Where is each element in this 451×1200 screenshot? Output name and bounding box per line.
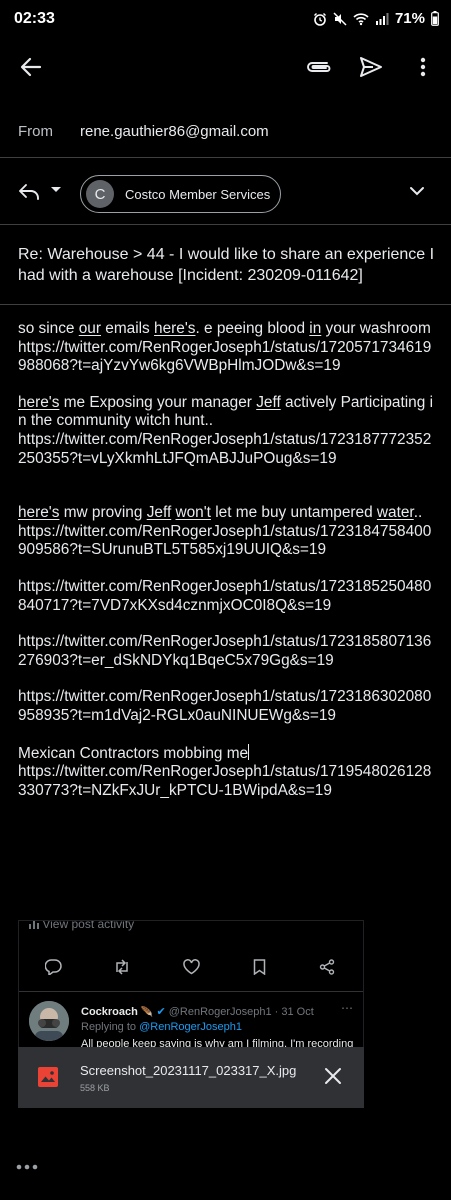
- tweet-actions: [19, 949, 363, 989]
- arrow-back-icon: [20, 57, 42, 77]
- status-time: 02:33: [14, 10, 55, 27]
- send-icon: [360, 57, 382, 77]
- reply-bubble-icon: [45, 959, 62, 975]
- verified-badge-icon: ✔: [156, 1006, 166, 1018]
- attachment-size: 558 KB: [80, 1083, 110, 1093]
- mute-icon: [333, 11, 347, 26]
- attachment-chip[interactable]: Screenshot_20231117_023317_X.jpg 558 KB: [18, 1047, 364, 1108]
- body-link: https://twitter.com/RenRogerJoseph1/stat…: [18, 577, 432, 614]
- from-address[interactable]: rene.gauthier86@gmail.com: [80, 123, 269, 140]
- tweet-header: Cockroach 🪶 ✔ @RenRogerJoseph1 · 31 Oct: [81, 1006, 314, 1018]
- body-link: https://twitter.com/RenRogerJoseph1/stat…: [18, 688, 432, 724]
- status-bar: 02:33 71%: [0, 0, 451, 40]
- bar-chart-icon: [29, 921, 39, 929]
- recipient-chip[interactable]: C Costco Member Services: [80, 175, 281, 213]
- attachment-filename: Screenshot_20231117_023317_X.jpg: [80, 1063, 297, 1078]
- replying-to: Replying to @RenRogerJoseph1: [81, 1021, 242, 1033]
- signal-icon: [375, 12, 389, 25]
- battery-icon: [431, 11, 439, 26]
- status-icons: 71%: [313, 10, 439, 27]
- recipient-name: Costco Member Services: [125, 186, 271, 202]
- divider: [0, 304, 451, 305]
- body-paragraph: Mexican Contractors mobbing me: [18, 743, 250, 762]
- show-quoted-text-button[interactable]: [16, 1163, 38, 1171]
- body-link: https://twitter.com/RenRogerJoseph1/stat…: [18, 522, 432, 559]
- body-paragraph: so since our emails here's. e peeing blo…: [18, 320, 431, 337]
- more-options-button[interactable]: [408, 52, 438, 82]
- text-cursor: [248, 743, 250, 760]
- heart-icon: [183, 959, 200, 975]
- compose-toolbar: [0, 40, 451, 94]
- divider: [0, 157, 451, 158]
- paperclip-icon: [307, 62, 331, 72]
- divider: [0, 224, 451, 225]
- body-link: https://twitter.com/RenRogerJoseph1/stat…: [18, 633, 432, 669]
- send-button[interactable]: [356, 52, 386, 82]
- recipient-avatar: C: [86, 180, 114, 208]
- chevron-down-icon[interactable]: [409, 186, 425, 196]
- body-paragraph: here's me Exposing your manager Jeff act…: [18, 393, 433, 430]
- reply-type-dropdown-icon[interactable]: [50, 186, 62, 194]
- wifi-icon: [353, 12, 369, 25]
- from-row[interactable]: From rene.gauthier86@gmail.com: [0, 110, 451, 154]
- from-label: From: [18, 123, 53, 140]
- body-paragraph: here's mw proving Jeff won't let me buy …: [18, 504, 423, 522]
- more-vert-icon: [420, 57, 426, 77]
- bookmark-icon: [253, 959, 266, 975]
- body-link: https://twitter.com/RenRogerJoseph1/stat…: [18, 763, 432, 799]
- reply-icon[interactable]: [18, 182, 40, 202]
- retweet-icon: [116, 959, 128, 975]
- body-link: https://twitter.com/RenRogerJoseph1/stat…: [18, 338, 432, 375]
- image-file-icon: [38, 1067, 58, 1087]
- attach-button[interactable]: [304, 52, 334, 82]
- emoji-icon: 🪶: [140, 1007, 154, 1018]
- alarm-icon: [313, 12, 326, 26]
- battery-percent: 71%: [394, 10, 425, 27]
- view-post-activity: View post activity: [29, 921, 134, 931]
- close-icon[interactable]: [324, 1067, 342, 1085]
- to-row: C Costco Member Services: [0, 170, 451, 218]
- more-horiz-icon: ⋯: [341, 1001, 353, 1015]
- subject-field[interactable]: Re: Warehouse > 44 - I would like to sha…: [18, 244, 438, 286]
- message-body[interactable]: so since our emails here's. e peeing blo…: [18, 320, 438, 800]
- body-link: https://twitter.com/RenRogerJoseph1/stat…: [18, 430, 432, 467]
- avatar: [29, 1001, 69, 1041]
- back-button[interactable]: [16, 52, 46, 82]
- share-icon: [319, 959, 335, 975]
